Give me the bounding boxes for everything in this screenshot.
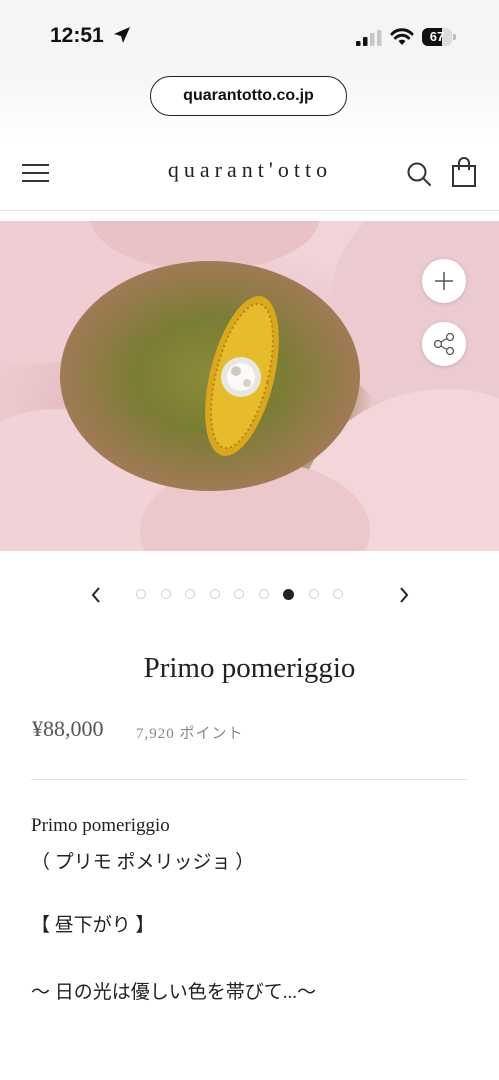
search-icon[interactable] (406, 161, 432, 187)
menu-icon[interactable] (22, 162, 50, 184)
zoom-plus-icon (435, 272, 453, 290)
battery-icon: 67 (422, 28, 458, 46)
product-price: ¥88,000 (32, 716, 104, 741)
carousel-nav (0, 580, 499, 610)
carousel-dot[interactable] (333, 589, 343, 599)
chevron-right-icon[interactable] (394, 584, 414, 606)
carousel-dot[interactable] (209, 589, 220, 599)
description-line: 【 昼下がり 】 (31, 915, 155, 936)
divider (31, 779, 468, 780)
battery-level-text: 67 (429, 29, 445, 44)
location-arrow-icon (114, 27, 130, 43)
carousel-dot[interactable] (234, 589, 244, 599)
description-line: Primo pomeriggio (31, 815, 170, 836)
earring-image (205, 296, 279, 456)
carousel-dots (136, 589, 343, 601)
product-image[interactable] (0, 221, 499, 551)
zoom-button[interactable] (422, 259, 466, 303)
brand-logo[interactable]: quarant'otto (100, 157, 400, 183)
carousel-dot[interactable] (136, 589, 146, 599)
carousel-dot[interactable] (258, 589, 269, 599)
status-time: 12:51 (50, 24, 104, 47)
carousel-dot[interactable] (185, 589, 195, 599)
product-title: Primo pomeriggio (143, 652, 356, 684)
status-bar: 12:51 67 (0, 0, 499, 70)
chevron-left-icon[interactable] (86, 584, 106, 606)
carousel-dot-active[interactable] (283, 589, 294, 600)
carousel-dot[interactable] (308, 589, 319, 599)
site-header: quarant'otto (0, 140, 499, 211)
share-icon (433, 332, 455, 356)
url-bar[interactable]: quarantotto.co.jp (150, 76, 347, 116)
browser-url-area: quarantotto.co.jp (0, 70, 499, 140)
carousel-dot[interactable] (160, 589, 171, 599)
product-points: 7,920 ポイント (136, 726, 244, 742)
description-line: （ プリモ ポメリッジョ ） (31, 852, 255, 873)
shopping-bag-icon[interactable] (451, 157, 477, 187)
share-button[interactable] (422, 322, 466, 366)
wifi-icon (390, 28, 414, 45)
description-line: 〜 日の光は優しい色を帯びて...〜 (31, 982, 317, 1003)
signal-icon (356, 30, 382, 46)
